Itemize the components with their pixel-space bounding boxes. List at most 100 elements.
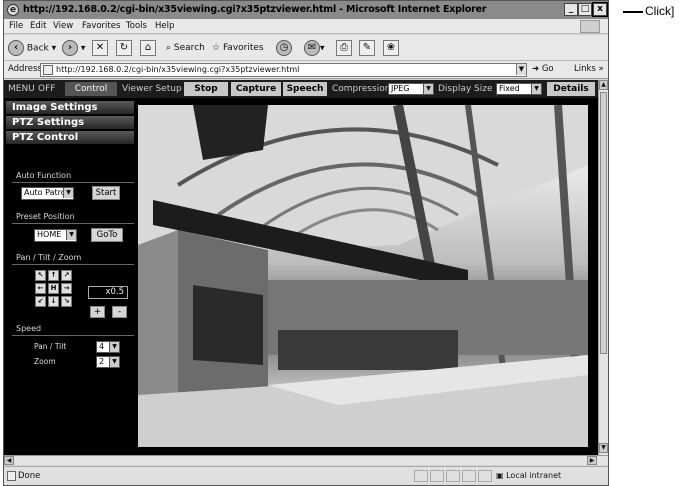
vertical-scrollbar[interactable]: ▲ ▼ bbox=[598, 80, 608, 455]
mail-icon: ✉ bbox=[304, 40, 320, 56]
title-bar: e http://192.168.0.2/cgi-bin/x35viewing.… bbox=[4, 1, 608, 19]
zoom-in-button[interactable]: + bbox=[90, 306, 105, 318]
mail-button[interactable]: ✉ ▾ bbox=[304, 40, 325, 56]
forward-button[interactable]: › ▾ bbox=[62, 40, 85, 56]
minimize-button[interactable]: _ bbox=[564, 3, 578, 16]
pan-right-button[interactable]: → bbox=[61, 283, 72, 294]
zoom-out-button[interactable]: - bbox=[112, 306, 127, 318]
chevron-down-icon: ▼ bbox=[531, 84, 541, 94]
messenger-icon: ❀ bbox=[383, 40, 399, 56]
tilt-down-button[interactable]: ↓ bbox=[48, 296, 59, 307]
pan-tilt-speed-select[interactable]: 4 ▼ bbox=[96, 341, 120, 353]
chevron-down-icon: ▼ bbox=[109, 342, 119, 352]
menu-tools[interactable]: Tools bbox=[126, 21, 147, 31]
address-field[interactable]: http://192.168.0.2/cgi-bin/x35viewing.cg… bbox=[40, 63, 527, 77]
forward-arrow-icon: › bbox=[62, 40, 78, 56]
scroll-right-icon[interactable]: ▶ bbox=[587, 456, 597, 465]
pan-tilt-speed-value: 4 bbox=[99, 342, 105, 351]
pan-up-left-button[interactable]: ↖ bbox=[35, 270, 46, 281]
image-settings-header[interactable]: Image Settings bbox=[6, 101, 134, 114]
horizontal-scrollbar[interactable]: ◀ ▶ bbox=[4, 455, 608, 465]
pan-down-left-button[interactable]: ↙ bbox=[35, 296, 46, 307]
menu-bar: File Edit View Favorites Tools Help bbox=[4, 19, 608, 34]
pan-left-button[interactable]: ← bbox=[35, 283, 46, 294]
go-label: Go bbox=[541, 64, 554, 74]
close-button[interactable]: x bbox=[592, 2, 608, 17]
viewer-top-nav: MENU OFF Control Viewer Setup Stop Captu… bbox=[4, 80, 598, 98]
compression-value: JPEG bbox=[391, 84, 410, 93]
preset-position-select[interactable]: HOME ▼ bbox=[34, 229, 77, 242]
ptz-control-header[interactable]: PTZ Control bbox=[6, 131, 134, 144]
viewer-setup-tab[interactable]: Viewer Setup bbox=[122, 84, 182, 94]
restore-button[interactable]: □ bbox=[578, 3, 592, 16]
search-label: Search bbox=[173, 43, 205, 53]
compression-select[interactable]: JPEG ▼ bbox=[388, 83, 434, 95]
home-button[interactable]: ⌂ bbox=[140, 40, 156, 56]
home-icon: ⌂ bbox=[140, 40, 156, 56]
print-icon: ⎙ bbox=[336, 40, 352, 56]
stop-button[interactable]: Stop bbox=[184, 82, 228, 96]
menu-file[interactable]: File bbox=[9, 21, 23, 31]
history-button[interactable]: ◷ bbox=[276, 40, 292, 56]
auto-function-label: Auto Function bbox=[16, 171, 72, 180]
star-icon: ☆ bbox=[212, 43, 221, 53]
pan-tilt-zoom-label: Pan / Tilt / Zoom bbox=[16, 253, 82, 262]
go-button[interactable]: ➜ Go bbox=[532, 64, 554, 74]
pan-down-right-button[interactable]: ↘ bbox=[61, 296, 72, 307]
page-done-icon bbox=[7, 471, 16, 481]
menu-label: MENU bbox=[8, 84, 35, 94]
control-tab[interactable]: Control bbox=[65, 82, 117, 96]
compression-label: Compression bbox=[332, 84, 391, 94]
zoom-speed-value: 2 bbox=[99, 357, 105, 366]
zoom-speed-select[interactable]: 2 ▼ bbox=[96, 356, 120, 368]
ptz-settings-header[interactable]: PTZ Settings bbox=[6, 116, 134, 129]
menu-favorites[interactable]: Favorites bbox=[82, 21, 120, 31]
intranet-icon: ▣ bbox=[496, 471, 504, 480]
menu-edit[interactable]: Edit bbox=[30, 21, 46, 31]
start-button[interactable]: Start bbox=[92, 186, 120, 200]
home-position-button[interactable]: H bbox=[48, 283, 59, 294]
scroll-thumb[interactable] bbox=[600, 92, 607, 354]
scroll-down-icon[interactable]: ▼ bbox=[599, 443, 608, 453]
print-button[interactable]: ⎙ bbox=[336, 40, 352, 56]
details-button[interactable]: Details bbox=[547, 82, 595, 96]
control-sidebar: Image Settings PTZ Settings PTZ Control … bbox=[4, 98, 138, 455]
address-dropdown-icon[interactable]: ▼ bbox=[516, 64, 526, 75]
click-callout: Click] bbox=[645, 4, 675, 18]
display-size-select[interactable]: Fixed ▼ bbox=[496, 83, 542, 95]
favorites-label: Favorites bbox=[222, 43, 264, 53]
menu-help[interactable]: Help bbox=[155, 21, 174, 31]
search-button[interactable]: ⌕ Search bbox=[166, 40, 205, 56]
status-pane bbox=[430, 470, 444, 482]
messenger-button[interactable]: ❀ bbox=[383, 40, 399, 56]
favorites-button[interactable]: ☆ Favorites bbox=[212, 40, 264, 56]
goto-button[interactable]: GoTo bbox=[91, 228, 123, 242]
security-zone: ▣ Local intranet bbox=[496, 471, 561, 480]
links-button[interactable]: Links » bbox=[574, 64, 604, 74]
windows-flag-icon bbox=[580, 20, 600, 33]
preset-position-label: Preset Position bbox=[16, 212, 75, 221]
scroll-left-icon[interactable]: ◀ bbox=[4, 456, 14, 465]
pan-up-right-button[interactable]: ↗ bbox=[61, 270, 72, 281]
display-size-value: Fixed bbox=[499, 84, 520, 93]
tilt-up-button[interactable]: ↑ bbox=[48, 270, 59, 281]
speech-button[interactable]: Speech bbox=[283, 82, 327, 96]
back-label: Back bbox=[26, 43, 49, 54]
edit-button[interactable]: ✎ bbox=[359, 40, 375, 56]
back-button[interactable]: ‹ Back ▾ bbox=[8, 40, 56, 56]
history-icon: ◷ bbox=[276, 40, 292, 56]
zoom-level-display: x0.5 bbox=[88, 286, 128, 299]
scroll-up-icon[interactable]: ▲ bbox=[599, 80, 608, 90]
menu-off-link[interactable]: OFF bbox=[38, 84, 55, 94]
divider bbox=[12, 182, 134, 183]
go-arrow-icon: ➜ bbox=[532, 64, 540, 74]
stop-load-button[interactable]: ✕ bbox=[92, 40, 108, 56]
stop-x-icon: ✕ bbox=[92, 40, 108, 56]
back-arrow-icon: ‹ bbox=[8, 40, 24, 56]
capture-button[interactable]: Capture bbox=[231, 82, 281, 96]
refresh-button[interactable]: ↻ bbox=[116, 40, 132, 56]
camera-video-feed[interactable] bbox=[138, 105, 588, 447]
menu-view[interactable]: View bbox=[53, 21, 73, 31]
address-bar: Address http://192.168.0.2/cgi-bin/x35vi… bbox=[4, 61, 608, 79]
auto-function-select[interactable]: Auto Patrol ▼ bbox=[21, 187, 74, 200]
